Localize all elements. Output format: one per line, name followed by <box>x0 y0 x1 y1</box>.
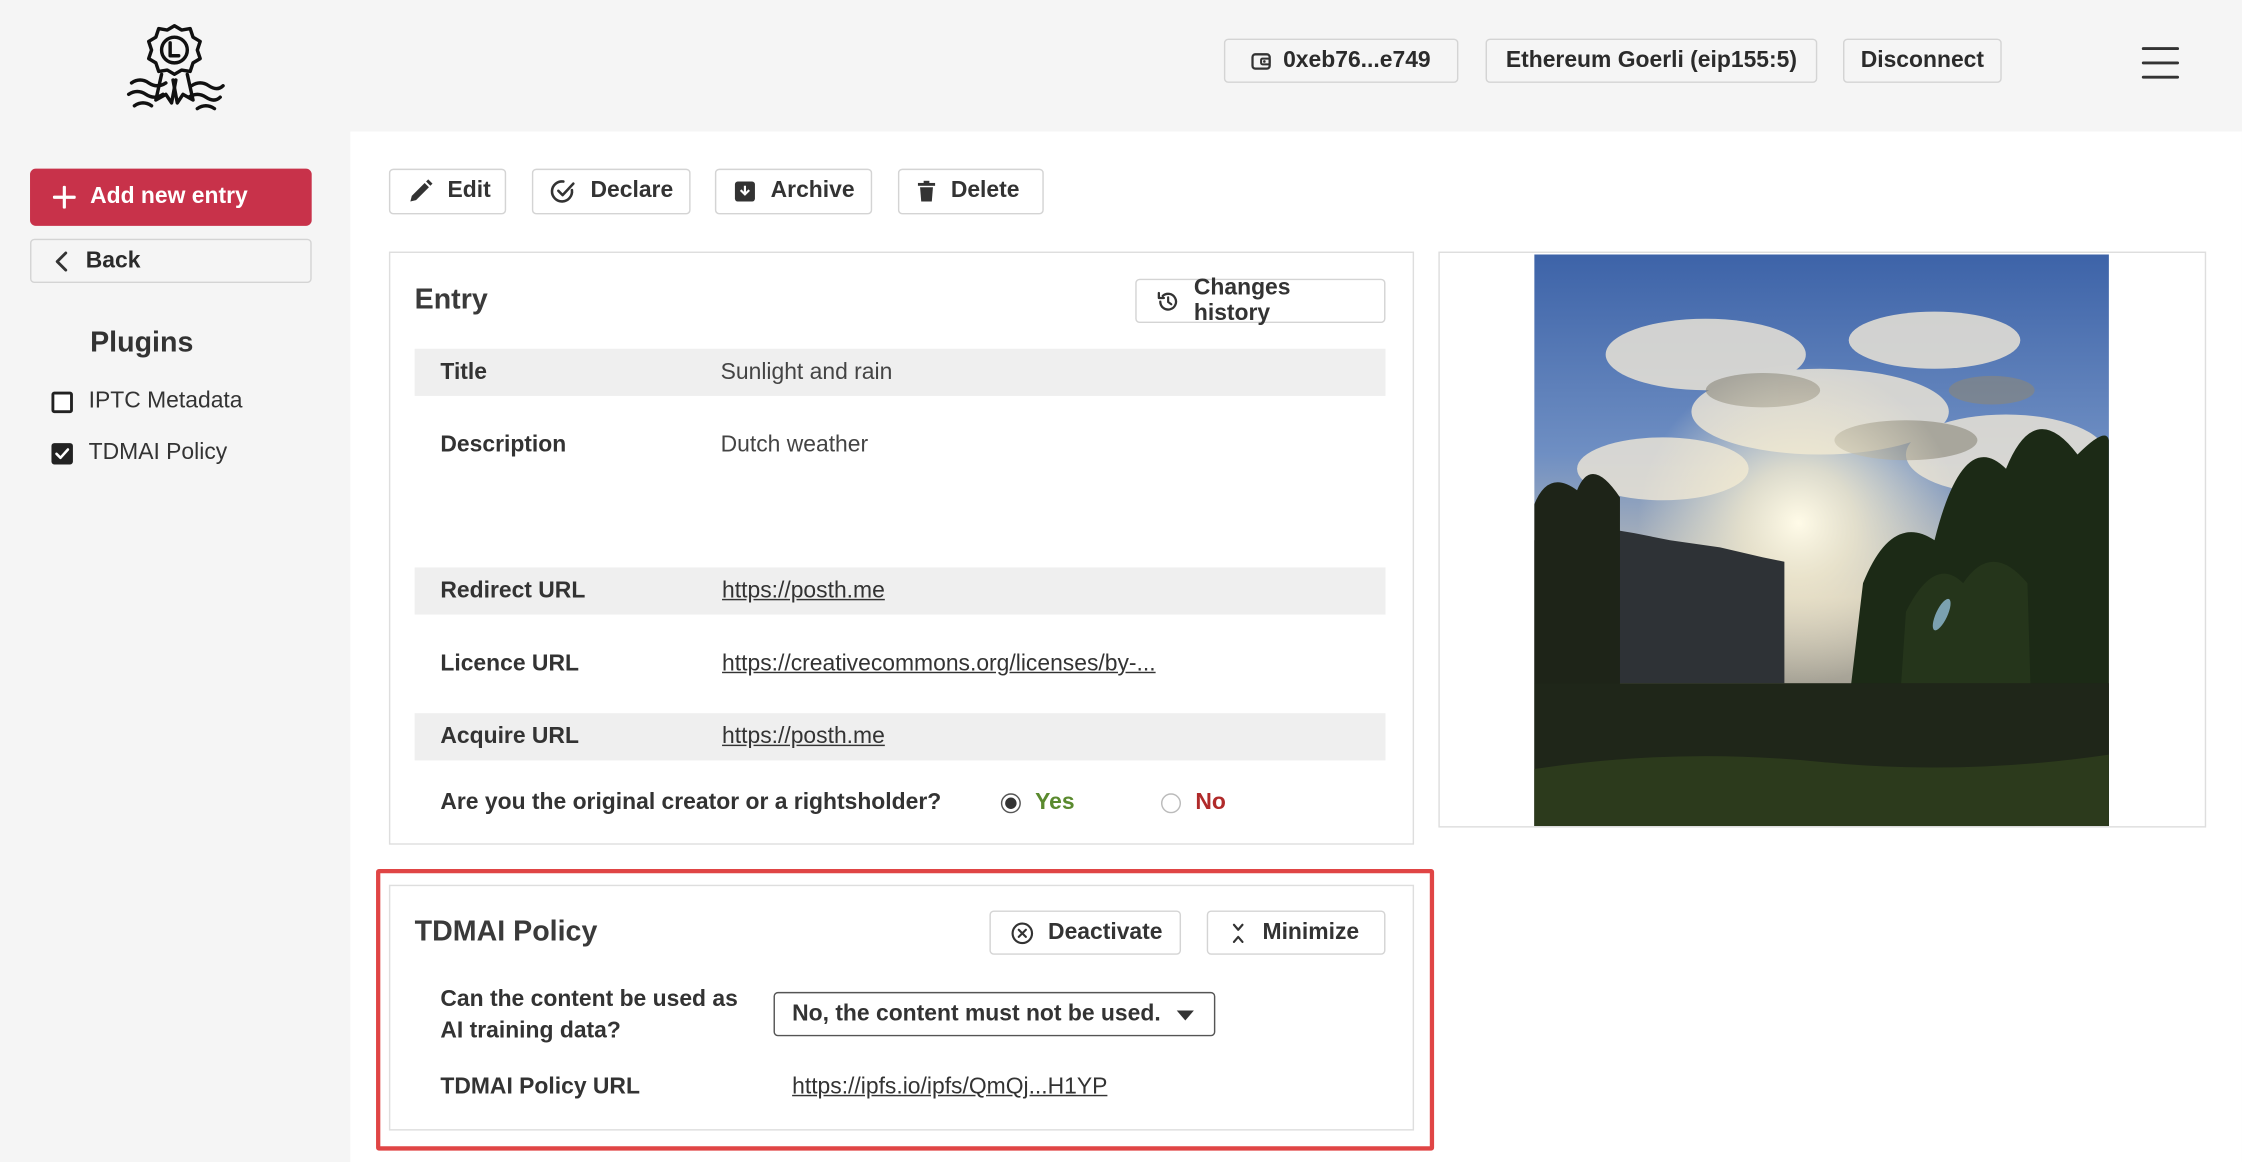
plugin-item-tdmai-policy[interactable]: TDMAI Policy <box>51 437 227 468</box>
licence-url-label: Licence URL <box>440 651 579 677</box>
description-value: Dutch weather <box>720 433 869 458</box>
plugins-heading: Plugins <box>90 327 194 359</box>
changes-history-label: Changes history <box>1193 275 1291 326</box>
entry-heading: Entry <box>414 284 488 316</box>
archive-icon <box>733 180 756 203</box>
acquire-url-label: Acquire URL <box>440 724 579 749</box>
declare-check-icon <box>550 179 576 205</box>
yes-radio-option[interactable]: Yes <box>1000 790 1075 816</box>
plugin-item-iptc-metadata[interactable]: IPTC Metadata <box>51 386 243 417</box>
highlight-box <box>376 869 1435 1151</box>
checkbox-unchecked[interactable] <box>51 390 73 413</box>
entry-image <box>1534 254 2109 827</box>
delete-label: Delete <box>950 178 1020 203</box>
edit-label: Edit <box>447 178 491 203</box>
redirect-url-label: Redirect URL <box>440 578 586 604</box>
radio-selected[interactable] <box>1000 793 1021 814</box>
radio-unselected[interactable] <box>1160 793 1182 814</box>
licence-url-link[interactable]: https://creativecommons.org/licenses/by-… <box>722 652 1156 678</box>
add-new-entry-button[interactable]: Add new entry <box>30 168 312 226</box>
network-button[interactable]: Ethereum Goerli (eip155:5) <box>1485 38 1818 83</box>
disconnect-button[interactable]: Disconnect <box>1843 38 2002 83</box>
acquire-url-link[interactable]: https://posth.me <box>722 725 885 751</box>
edit-button[interactable]: Edit <box>388 168 507 215</box>
plugin-label: IPTC Metadata <box>88 388 243 414</box>
yes-label: Yes <box>1035 790 1075 815</box>
acquire-url-row: Acquire URL https://posth.me <box>414 713 1386 761</box>
delete-button[interactable]: Delete <box>897 168 1044 215</box>
trash-icon <box>917 180 937 203</box>
title-row: Title Sunlight and rain <box>414 348 1386 396</box>
wallet-icon <box>1251 51 1272 71</box>
declare-label: Declare <box>590 178 674 203</box>
plus-icon <box>52 185 76 209</box>
changes-history-button[interactable]: Changes history <box>1135 275 1386 325</box>
title-value: Sunlight and rain <box>720 360 893 385</box>
chevron-left-icon <box>54 250 68 271</box>
title-label: Title <box>440 360 488 385</box>
disconnect-label: Disconnect <box>1860 47 1985 73</box>
description-label: Description <box>440 433 567 458</box>
archive-label: Archive <box>770 178 855 203</box>
back-button[interactable]: Back <box>30 238 312 284</box>
redirect-url-row: Redirect URL https://posth.me <box>414 567 1386 615</box>
declare-button[interactable]: Declare <box>531 168 691 215</box>
pencil-icon <box>407 179 433 205</box>
back-label: Back <box>85 247 141 273</box>
wallet-address-button[interactable]: 0xeb76...e749 <box>1223 38 1459 83</box>
creator-question: Are you the original creator or a rights… <box>440 790 942 815</box>
no-label: No <box>1195 790 1226 815</box>
network-label: Ethereum Goerli (eip155:5) <box>1505 47 1797 73</box>
plugin-label: TDMAI Policy <box>88 440 228 465</box>
menu-icon[interactable] <box>2141 47 2180 79</box>
add-new-entry-label: Add new entry <box>90 184 248 209</box>
no-radio-option[interactable]: No <box>1160 790 1226 816</box>
licence-url-row: Licence URL https://creativecommons.org/… <box>415 640 1386 687</box>
logo-seal-icon <box>123 20 226 114</box>
redirect-url-link[interactable]: https://posth.me <box>722 579 885 605</box>
checkbox-checked[interactable] <box>51 442 73 464</box>
history-icon <box>1157 289 1180 312</box>
description-row: Description Dutch weather <box>415 422 1386 551</box>
archive-button[interactable]: Archive <box>714 168 873 215</box>
wallet-address-label: 0xeb76...e749 <box>1283 47 1431 73</box>
